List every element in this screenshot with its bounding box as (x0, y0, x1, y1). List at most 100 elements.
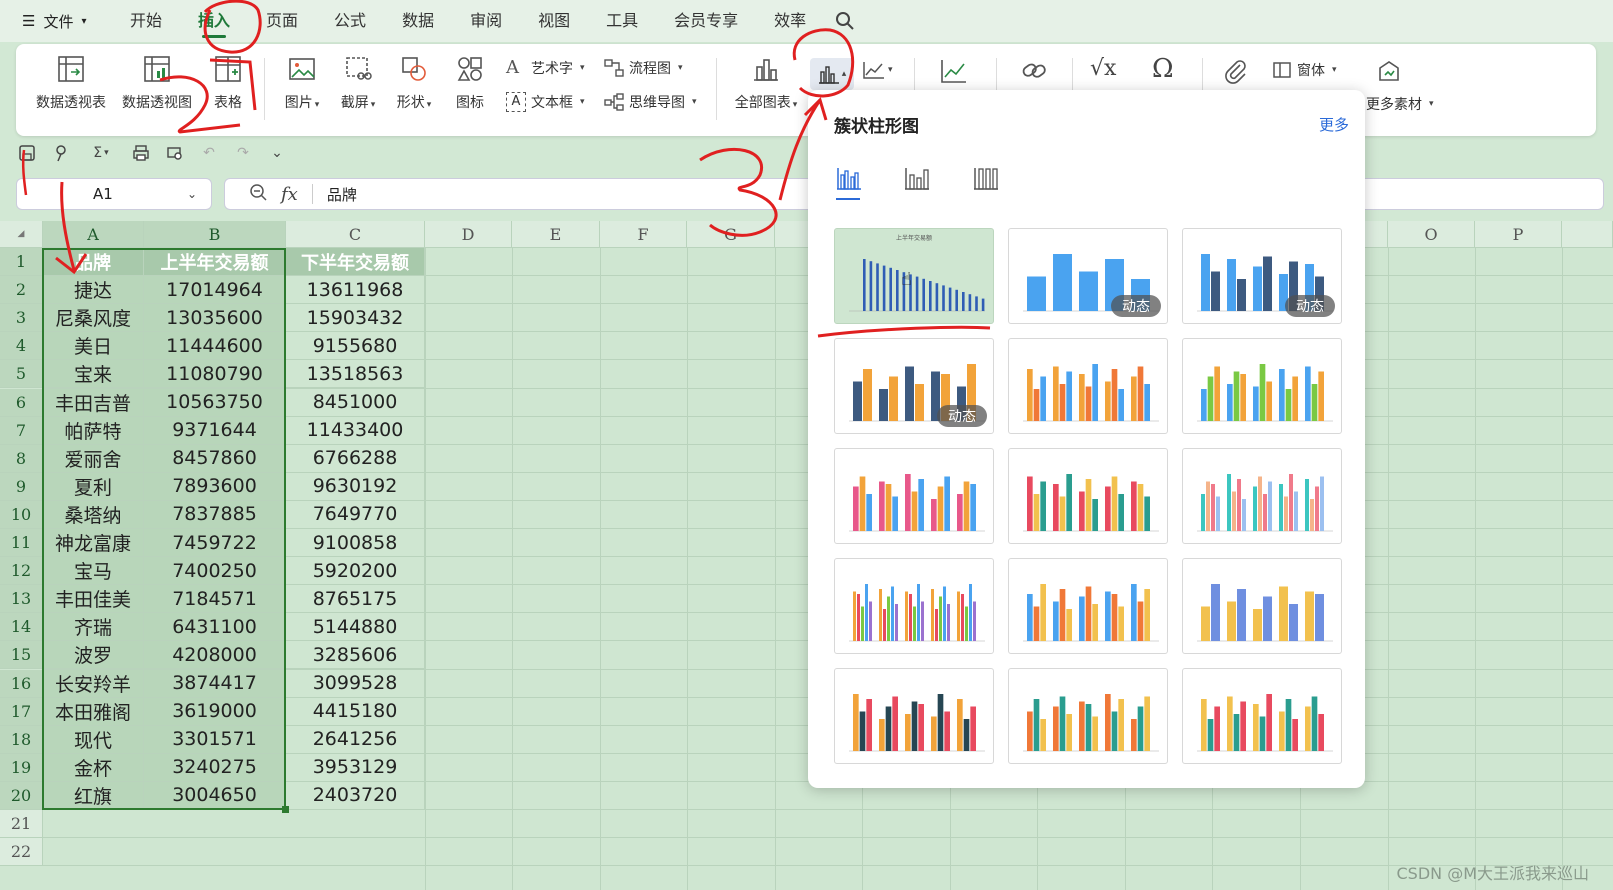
file-menu[interactable]: ☰ 文件 ▾ (0, 11, 112, 32)
chart-style-thumbnail[interactable] (1182, 558, 1342, 654)
column-header-p[interactable]: P (1475, 221, 1562, 248)
tab-review[interactable]: 审阅 (452, 0, 520, 42)
column-header-f[interactable]: F (600, 221, 687, 248)
amount-cell[interactable]: 3874417 (144, 669, 286, 698)
amount-cell[interactable]: 7837885 (144, 500, 286, 529)
brand-cell[interactable]: 长安羚羊 (43, 669, 144, 698)
amount-cell[interactable]: 5144880 (286, 613, 425, 642)
tab-home[interactable]: 开始 (112, 0, 180, 42)
column-header-o[interactable]: O (1388, 221, 1475, 248)
amount-cell[interactable]: 8765175 (286, 585, 425, 614)
brand-cell[interactable]: 尼桑风度 (43, 304, 144, 333)
shape-button[interactable]: 形状 ▾ (392, 54, 436, 112)
chart-style-thumbnail[interactable] (1182, 448, 1342, 544)
fill-handle[interactable] (282, 806, 289, 813)
row-header-19[interactable]: 19 (0, 753, 43, 782)
amount-cell[interactable]: 13035600 (144, 304, 286, 333)
spreadsheet-grid[interactable]: ◢ A B C D E F G O P 1 品牌 上半年交易额 下半年交易额 2 捷达 17014964 1361… (0, 221, 1613, 890)
print-preview-icon[interactable] (164, 142, 186, 164)
tab-page[interactable]: 页面 (248, 0, 316, 42)
row-header-15[interactable]: 15 (0, 641, 43, 670)
row-header-17[interactable]: 17 (0, 697, 43, 726)
amount-cell[interactable]: 9155680 (286, 332, 425, 361)
material-icon[interactable] (1376, 58, 1402, 88)
brand-cell[interactable]: 现代 (43, 725, 144, 754)
tab-efficiency[interactable]: 效率 (756, 0, 824, 42)
row-header-10[interactable]: 10 (0, 500, 43, 529)
amount-cell[interactable]: 13518563 (286, 360, 425, 389)
brand-cell[interactable]: 红旗 (43, 781, 144, 810)
amount-cell[interactable]: 2403720 (286, 781, 425, 810)
print-icon[interactable] (130, 142, 152, 164)
column-header-g[interactable]: G (687, 221, 775, 248)
select-all-corner[interactable]: ◢ (0, 221, 43, 248)
column-header-a[interactable]: A (43, 221, 144, 248)
format-painter-icon[interactable] (50, 142, 72, 164)
row-header-1[interactable]: 1 (0, 248, 43, 277)
tab-insert[interactable]: 插入 (180, 0, 248, 42)
amount-cell[interactable]: 7459722 (144, 529, 286, 558)
chart-style-thumbnail[interactable] (1008, 558, 1168, 654)
amount-cell[interactable]: 3099528 (286, 669, 425, 698)
header-cell[interactable]: 上半年交易额 (144, 248, 286, 277)
amount-cell[interactable]: 3301571 (144, 725, 286, 754)
chart-style-thumbnail[interactable] (1182, 338, 1342, 434)
amount-cell[interactable]: 2641256 (286, 725, 425, 754)
row-header-14[interactable]: 14 (0, 613, 43, 642)
line-chart-button[interactable]: ▾ (862, 60, 893, 80)
amount-cell[interactable]: 11433400 (286, 416, 425, 445)
brand-cell[interactable]: 丰田吉普 (43, 388, 144, 417)
amount-cell[interactable]: 8457860 (144, 444, 286, 473)
header-cell[interactable]: 下半年交易额 (286, 248, 425, 277)
row-header-18[interactable]: 18 (0, 725, 43, 754)
symbol-icon[interactable]: Ω (1152, 54, 1174, 84)
column-header-b[interactable]: B (144, 221, 286, 248)
amount-cell[interactable]: 3285606 (286, 641, 425, 670)
pivot-chart-button[interactable]: 数据透视图 (120, 54, 194, 112)
zoom-icon[interactable] (249, 183, 267, 205)
header-cell[interactable]: 品牌 (43, 248, 144, 277)
amount-cell[interactable]: 4208000 (144, 641, 286, 670)
row-header-12[interactable]: 12 (0, 557, 43, 586)
brand-cell[interactable]: 爱丽舍 (43, 444, 144, 473)
row-header-5[interactable]: 5 (0, 360, 43, 389)
chart-style-thumbnail[interactable] (1008, 668, 1168, 764)
stacked-column-tab-icon[interactable] (904, 166, 930, 190)
column-header-d[interactable]: D (425, 221, 512, 248)
row-header-8[interactable]: 8 (0, 444, 43, 473)
amount-cell[interactable]: 3619000 (144, 697, 286, 726)
sum-icon[interactable]: Σ ▾ (84, 142, 118, 164)
amount-cell[interactable]: 11444600 (144, 332, 286, 361)
amount-cell[interactable]: 9100858 (286, 529, 425, 558)
row-header-9[interactable]: 9 (0, 472, 43, 501)
name-box[interactable]: A1 ⌄ (16, 178, 212, 210)
row-header-4[interactable]: 4 (0, 332, 43, 361)
mindmap-button[interactable]: 思维导图 ▾ (604, 92, 697, 112)
chart-style-thumbnail[interactable] (1008, 448, 1168, 544)
brand-cell[interactable]: 桑塔纳 (43, 500, 144, 529)
flowchart-button[interactable]: 流程图 ▾ (604, 58, 683, 78)
sparkline-button[interactable] (940, 58, 968, 88)
brand-cell[interactable]: 波罗 (43, 641, 144, 670)
row-header-3[interactable]: 3 (0, 304, 43, 333)
brand-cell[interactable]: 齐瑞 (43, 613, 144, 642)
fx-icon[interactable]: fx (281, 184, 298, 205)
brand-cell[interactable]: 宝马 (43, 557, 144, 586)
row-header-21[interactable]: 21 (0, 810, 43, 839)
amount-cell[interactable]: 10563750 (144, 388, 286, 417)
amount-cell[interactable]: 3004650 (144, 781, 286, 810)
textbox-button[interactable]: A 文本框 ▾ (506, 92, 585, 112)
amount-cell[interactable]: 7400250 (144, 557, 286, 586)
chart-style-thumbnail[interactable]: 上半年交易额 ☝ (834, 228, 994, 324)
more-link[interactable]: 更多 (1319, 114, 1349, 135)
tab-formula[interactable]: 公式 (316, 0, 384, 42)
row-header-6[interactable]: 6 (0, 388, 43, 417)
chart-style-thumbnail[interactable]: 动态 (834, 338, 994, 434)
chart-style-thumbnail[interactable] (834, 558, 994, 654)
amount-cell[interactable]: 7184571 (144, 585, 286, 614)
amount-cell[interactable]: 7649770 (286, 500, 425, 529)
chart-style-thumbnail[interactable]: 动态 (1182, 228, 1342, 324)
brand-cell[interactable]: 捷达 (43, 276, 144, 305)
row-header-22[interactable]: 22 (0, 838, 43, 867)
amount-cell[interactable]: 9630192 (286, 472, 425, 501)
